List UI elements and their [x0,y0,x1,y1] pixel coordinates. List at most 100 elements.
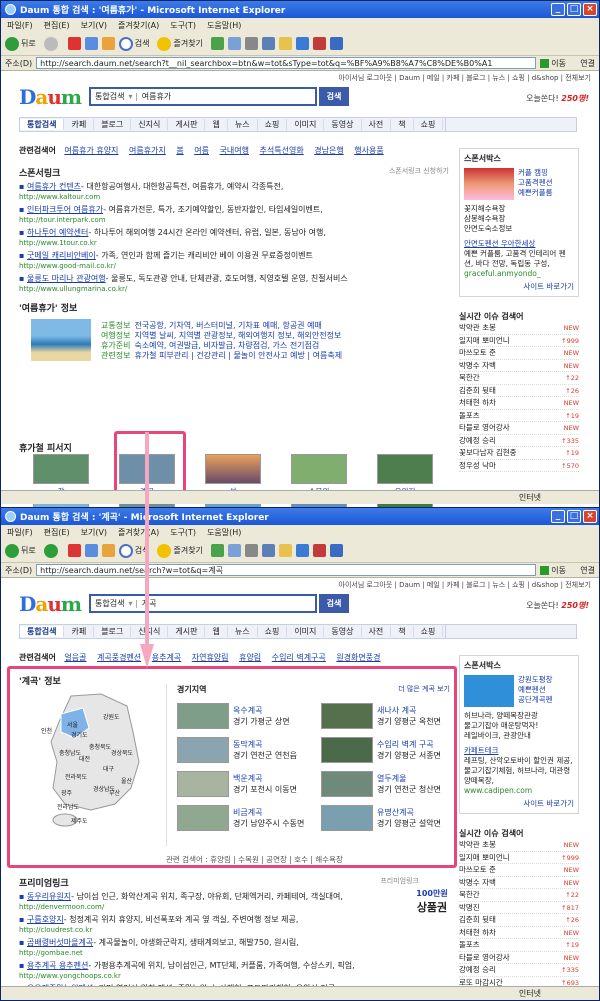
sponsor-link[interactable]: 인터파크투어 여름휴가 [27,205,103,214]
messenger-icon[interactable] [295,37,309,50]
hot-item[interactable]: 마쓰모토 준 NEW [459,347,579,360]
related-link[interactable]: 용추계곡 [152,653,181,662]
related-link[interactable]: 휴양림 [239,653,261,662]
favorites-button[interactable]: 즐겨찾기 [157,36,203,51]
info-value[interactable]: 휴가철 피부관리 | 건강관리 | 물놀이 안전사고 예방 | 여름축제 [134,351,342,360]
hot-keyword[interactable]: 박약관 초봉 [459,322,496,334]
hot-keyword[interactable]: 박명수 자백 [459,877,496,889]
hot-item[interactable]: 타블로 영어강사 NEW [459,952,579,964]
history-icon[interactable] [210,37,224,50]
valley-thumb[interactable] [321,805,373,831]
map-region-label[interactable]: 전라북도 [65,772,87,781]
address-input[interactable]: http://search.daum.net/search?t__nil_sea… [36,57,537,69]
stop-icon[interactable] [67,544,81,557]
hot-item[interactable]: 김준희 뒷태 ↑26 [459,385,579,397]
daum-logo[interactable]: Daum [19,85,82,109]
map-region-label[interactable]: 제주도 [71,816,88,825]
sponsor-apply-link[interactable]: 스폰서링크 신청하기 [389,166,449,179]
daum-logo[interactable]: Daum [19,592,82,616]
sponsor-url[interactable]: http://www.ullungmarina.co.kr/ [19,285,127,293]
tab-video[interactable]: 동영상 [324,626,362,637]
go-button[interactable]: 이동 [540,565,576,576]
valley-thumb[interactable] [177,737,229,763]
forward-button[interactable] [43,36,60,51]
sponsor-box-link[interactable]: 예쁜펜션 [518,685,553,695]
mail-icon[interactable] [227,37,241,50]
map-region-label[interactable]: 인천 [41,726,52,735]
messenger-icon[interactable] [295,544,309,557]
tab-shopping[interactable]: 쇼핑 [258,119,288,130]
valley-name[interactable]: 유명산계곡 [377,807,414,818]
beach-photo[interactable] [31,319,91,361]
related-link[interactable]: 여름휴가지 [129,146,166,155]
research-icon[interactable] [312,544,326,557]
sponsor-box-link[interactable]: 커플 캠핑 [518,168,553,178]
hot-keyword[interactable]: 강예정 승리 [459,964,496,976]
info-value[interactable]: 전국공항, 기차역, 버스터미널, 기차표 예매, 항공권 예매 [134,321,321,330]
menu-favorites[interactable]: 즐겨찾기(A) [118,20,159,31]
hot-item[interactable]: 돌포츠 ↑19 [459,939,579,952]
hot-keyword[interactable]: 김준희 뒷태 [459,914,496,926]
tab-knowledge[interactable]: 신지식 [131,119,169,130]
valley-thumb[interactable] [321,771,373,797]
minimize-button[interactable]: _ [551,3,565,16]
tab-video[interactable]: 동영상 [324,119,362,130]
links-button[interactable]: 연결 [580,565,595,576]
premium-url[interactable]: http://www.yongchoops.co.kr [19,972,121,980]
thumb-image[interactable] [291,454,347,484]
print-icon[interactable] [244,37,258,50]
menu-view[interactable]: 보기(V) [81,527,107,538]
stop-icon[interactable] [67,37,81,50]
search-input[interactable]: 통합검색 ▾ | 여름휴가 [89,87,317,106]
premium-url[interactable]: http://gombae.net [19,949,83,957]
tab-dictionary[interactable]: 사전 [362,626,392,637]
hot-item[interactable]: 마쓰모토 준 NEW [459,864,579,877]
hot-item[interactable]: 박명수 자백 NEW [459,360,579,372]
hot-keyword[interactable]: 북한간 [459,372,480,384]
folder-icon[interactable] [278,544,292,557]
menu-tools[interactable]: 도구(T) [170,20,196,31]
hot-keyword[interactable]: 처태현 하차 [459,927,496,939]
valley-thumb[interactable] [177,771,229,797]
premium-url[interactable]: http://cloudrest.co.kr [19,926,92,934]
related-link[interactable]: 추석특선영화 [260,146,304,155]
tab-blog[interactable]: 블로그 [94,626,132,637]
site-shortcut-link[interactable]: 사이트 바로가기 [464,281,574,292]
valley-thumb[interactable] [177,805,229,831]
related-link[interactable]: 자연휴양림 [192,653,229,662]
tab-cafe[interactable]: 카페 [64,119,95,130]
hot-item[interactable]: 돌포츠 ↑19 [459,410,579,422]
back-button[interactable]: 뒤로 [5,543,36,558]
maximize-button[interactable]: □ [567,510,581,523]
menu-help[interactable]: 도움말(H) [207,20,241,31]
valley-name[interactable]: 수입리 벽계 구곡 [377,739,434,750]
sponsor-url[interactable]: http://tour.interpark.com [19,216,106,224]
tab-news[interactable]: 뉴스 [228,626,258,637]
valley-name[interactable]: 열두계울 [377,773,406,784]
media-icon[interactable] [329,544,343,557]
korea-map[interactable]: 인천 서울 경기도 강원도 충청북도 충청남도 대전 경상북도 대구 전라북도 광주 경상남도 부산 전라… [31,692,151,832]
premium-url[interactable]: http://denvermoon.com/ [19,903,104,911]
related-footer[interactable]: 관련 검색어 : 휴양림 | 수목원 | 공연장 | 호수 | 해수욕장 [166,854,343,865]
sponsor-url[interactable]: http://www.kaltour.com [19,193,100,201]
info-value[interactable]: 지역별 날씨, 지역별 관광정보, 해외여행지 정보, 해외안전정보 [134,331,341,340]
related-link[interactable]: 원경화면풍경 [336,653,380,662]
info-value[interactable]: 숙소예약, 여권발급, 비자발급, 차량점검, 가스 전기점검 [134,341,319,350]
hot-keyword[interactable]: 돌포츠 [459,410,480,422]
folder-icon[interactable] [278,37,292,50]
thumb-image[interactable] [377,454,433,484]
site-shortcut-link[interactable]: 사이트 바로가기 [464,798,574,809]
valley-name[interactable]: 옥수계곡 [233,705,262,716]
related-link[interactable]: 경남은행 [314,146,343,155]
hot-item[interactable]: 처태현 하차 NEW [459,927,579,939]
tab-board[interactable]: 게시판 [168,119,206,130]
valley-thumb[interactable] [321,737,373,763]
edit-icon[interactable] [261,37,275,50]
premium-link[interactable]: 구름호양지 [27,915,64,924]
hot-item[interactable]: 북한간 ↑22 [459,889,579,902]
tab-web[interactable]: 웹 [205,119,228,130]
tab-all[interactable]: 통합검색 [20,626,65,637]
hot-item[interactable]: 타블로 영어강사 NEW [459,422,579,435]
hot-keyword[interactable]: 타블로 영어강사 [459,952,510,964]
menu-help[interactable]: 도움말(H) [207,527,241,538]
